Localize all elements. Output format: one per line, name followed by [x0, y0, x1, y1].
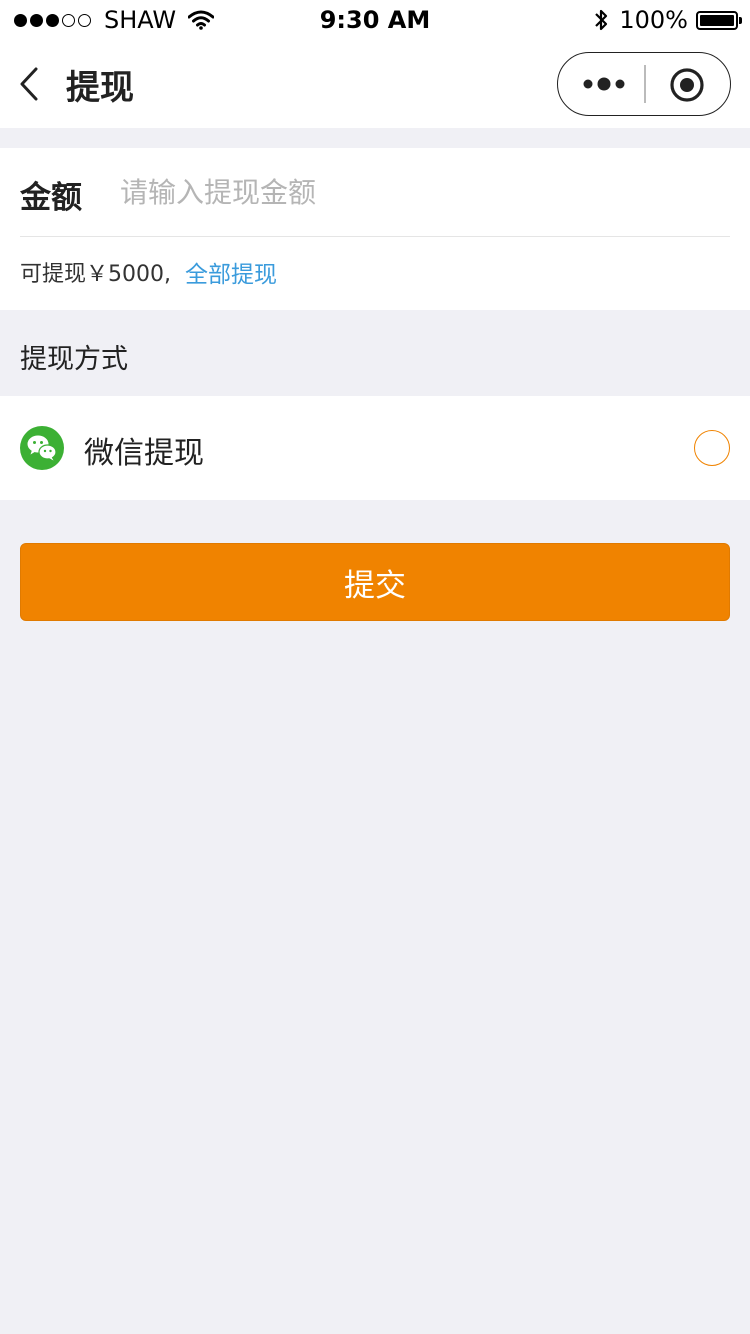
capsule-divider — [644, 65, 646, 103]
navigation-bar: 提现 — [0, 40, 750, 128]
status-right: 100% — [593, 6, 742, 34]
withdraw-all-link[interactable]: 全部提现 — [185, 255, 277, 289]
battery-icon — [696, 10, 742, 30]
more-dots-icon[interactable] — [582, 73, 626, 95]
bluetooth-icon — [595, 9, 608, 31]
submit-button[interactable]: 提交 — [20, 543, 730, 621]
withdraw-method-title: 提现方式 — [20, 344, 128, 375]
wechat-icon — [20, 426, 64, 470]
method-label: 微信提现 — [84, 436, 204, 471]
method-radio[interactable] — [694, 430, 730, 466]
available-text: 可提现￥5000, — [20, 262, 171, 287]
back-arrow-icon[interactable] — [14, 64, 54, 104]
method-option-wechat[interactable]: 微信提现 — [0, 396, 750, 500]
page-title: 提现 — [66, 68, 134, 108]
amount-label: 金额 — [20, 180, 82, 216]
amount-input[interactable] — [120, 170, 680, 214]
battery-percent: 100% — [619, 6, 688, 34]
miniprogram-capsule — [557, 52, 731, 116]
status-bar: SHAW 9:30 AM 100% — [0, 0, 750, 40]
available-balance: 可提现￥5000, 全部提现 — [20, 255, 277, 289]
divider — [20, 236, 730, 237]
close-target-icon[interactable] — [669, 67, 705, 103]
amount-card: 金额 可提现￥5000, 全部提现 — [0, 148, 750, 310]
screen: SHAW 9:30 AM 100% 提现 金额 请输入提现金额 可提现￥5000… — [0, 0, 750, 1334]
